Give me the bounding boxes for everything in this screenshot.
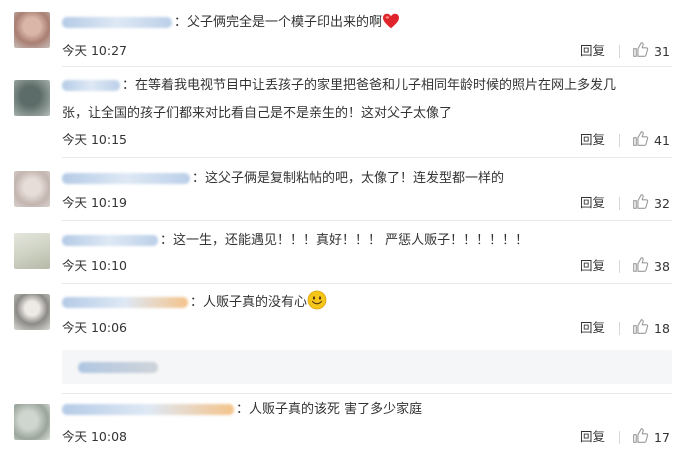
thumbs-up-icon [632, 256, 649, 277]
reply-button[interactable]: 回复 [580, 131, 605, 149]
username-blurred[interactable] [62, 235, 158, 246]
smile-icon [307, 290, 327, 318]
like-button[interactable]: 17 [632, 427, 670, 448]
timestamp: 今天 10:15 [62, 132, 127, 147]
timestamp: 今天 10:08 [62, 429, 127, 444]
avatar[interactable] [14, 294, 50, 330]
sub-reply-box[interactable] [62, 350, 672, 384]
like-button[interactable]: 32 [632, 193, 670, 214]
separator [619, 45, 620, 58]
like-button[interactable]: 31 [632, 41, 670, 62]
thumbs-up-icon [632, 318, 649, 339]
username-blurred[interactable] [62, 173, 190, 184]
like-count: 17 [654, 429, 670, 445]
timestamp: 今天 10:19 [62, 195, 127, 210]
divider [62, 393, 672, 394]
separator [619, 322, 620, 335]
like-button[interactable]: 41 [632, 130, 670, 151]
like-count: 38 [654, 258, 670, 274]
reply-button[interactable]: 回复 [580, 194, 605, 212]
like-button[interactable]: 18 [632, 318, 670, 339]
thumbs-up-icon [632, 41, 649, 62]
avatar[interactable] [14, 171, 50, 207]
like-count: 18 [654, 320, 670, 336]
username-blurred[interactable] [62, 17, 172, 28]
avatar[interactable] [14, 80, 50, 116]
comment-text: ：父子俩完全是一个模子印出来的啊 [62, 12, 400, 37]
thumbs-up-icon [632, 193, 649, 214]
username-blurred[interactable] [62, 80, 120, 91]
comment-text: ：人贩子真的该死 害了多少家庭 [62, 399, 422, 421]
thumbs-up-icon [632, 427, 649, 448]
separator [619, 260, 620, 273]
avatar[interactable] [14, 233, 50, 269]
like-count: 41 [654, 132, 670, 148]
sub-reply-blurred [78, 362, 158, 373]
reply-button[interactable]: 回复 [580, 42, 605, 60]
divider [62, 66, 672, 67]
timestamp: 今天 10:10 [62, 258, 127, 273]
timestamp: 今天 10:06 [62, 320, 127, 335]
like-button[interactable]: 38 [632, 256, 670, 277]
comment-text: ：人贩子真的没有心 [62, 290, 327, 318]
reply-button[interactable]: 回复 [580, 428, 605, 446]
comment-text-line2: 张，让全国的孩子们都来对比看自己是不是亲生的！这对父子太像了 [62, 106, 453, 121]
reply-button[interactable]: 回复 [580, 257, 605, 275]
separator [619, 197, 620, 210]
avatar[interactable] [14, 404, 50, 440]
timestamp: 今天 10:27 [62, 43, 127, 58]
username-blurred[interactable] [62, 404, 234, 415]
divider [62, 283, 672, 284]
comment-text: ：这父子俩是复制粘帖的吧，太像了！连发型都一样的 [62, 168, 504, 190]
reply-button[interactable]: 回复 [580, 319, 605, 337]
divider [62, 157, 672, 158]
like-count: 32 [654, 195, 670, 211]
avatar[interactable] [14, 12, 50, 48]
heart-icon [382, 13, 400, 37]
separator [619, 134, 620, 147]
comment-text: ：这一生，还能遇见！！！真好！！！ 严惩人贩子！！！！！！ [62, 230, 528, 252]
thumbs-up-icon [632, 130, 649, 151]
separator [619, 431, 620, 444]
username-blurred[interactable] [62, 297, 188, 308]
like-count: 31 [654, 43, 670, 59]
comment-text: ：在等着我电视节目中让丢孩子的家里把爸爸和儿子相同年龄时候的照片在网上多发几 [62, 75, 616, 97]
divider [62, 220, 672, 221]
